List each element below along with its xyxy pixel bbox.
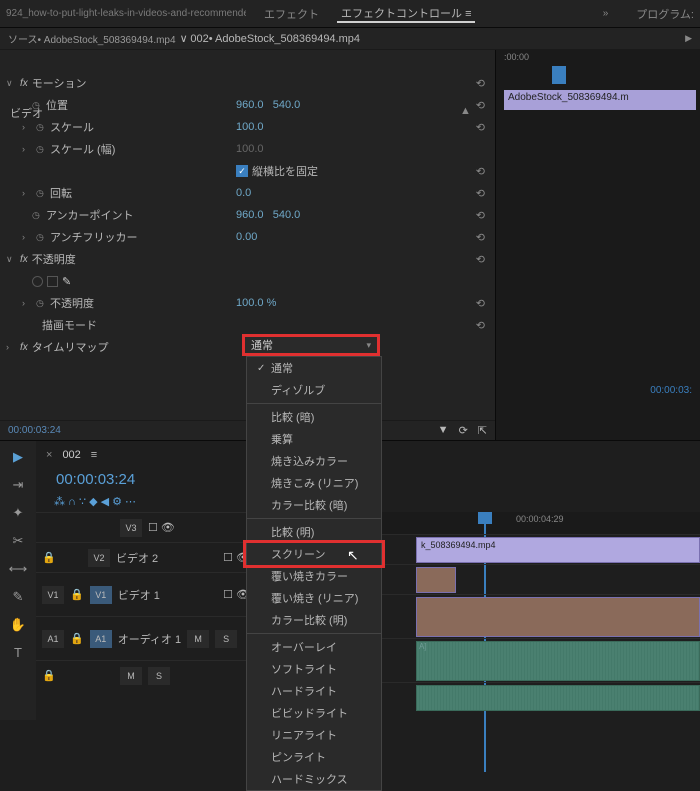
antiflicker-row[interactable]: ›◷ アンチフリッカー 0.00 ⟲ bbox=[0, 226, 495, 248]
video-clip[interactable] bbox=[416, 597, 700, 637]
filter-icon[interactable]: ▼ bbox=[438, 424, 449, 437]
blend-option[interactable]: カラー比較 (明) bbox=[247, 609, 381, 631]
clip-bar[interactable]: AdobeStock_508369494.m bbox=[504, 90, 696, 110]
panel-menu-icon[interactable]: ≡ bbox=[91, 449, 97, 461]
tab-effect-controls[interactable]: エフェクトコントロール ≡ bbox=[337, 5, 475, 23]
track-a1[interactable]: A1🔒A1オーディオ 1MS bbox=[36, 616, 256, 660]
opacity-section-row[interactable]: ∨fx 不透明度 ⟲ bbox=[0, 248, 495, 270]
track-select-tool[interactable]: ⇥ bbox=[5, 477, 31, 497]
motion-row[interactable]: ∨fx モーション ⟲ bbox=[0, 72, 495, 94]
selection-tool[interactable]: ▶ bbox=[5, 449, 31, 469]
export-icon[interactable]: ⇱ bbox=[478, 424, 487, 437]
mask-shapes-row[interactable]: ✎ bbox=[0, 270, 495, 292]
ruler-tick: :00:00 bbox=[504, 52, 529, 62]
blend-option[interactable]: リニアライト bbox=[247, 724, 381, 746]
blend-option[interactable]: 乗算 bbox=[247, 428, 381, 450]
source-clip-label: ソース• AdobeStock_508369494.mp4 bbox=[8, 31, 176, 46]
close-icon[interactable]: × bbox=[46, 449, 52, 461]
track-v1[interactable]: V1🔒V1ビデオ 1☐ 👁 bbox=[36, 572, 256, 616]
blend-option[interactable]: オーバーレイ bbox=[247, 636, 381, 658]
top-tab-bar: 924_how-to-put-light-leaks-in-videos-and… bbox=[0, 0, 700, 28]
video-section-header: ビデオ bbox=[10, 108, 43, 120]
rotation-row[interactable]: ›◷ 回転 0.0 ⟲ bbox=[0, 182, 495, 204]
blend-option[interactable]: 焼き込みカラー bbox=[247, 450, 381, 472]
blend-option[interactable]: 焼きこみ (リニア) bbox=[247, 472, 381, 494]
uniform-scale-row[interactable]: ✓縦横比を固定 ⟲ bbox=[0, 160, 495, 182]
effect-controls-panel: ビデオ▲ ∨fx モーション ⟲ ◷ 位置 960.0 540.0 ⟲ ›◷ ス… bbox=[0, 50, 495, 440]
blend-option[interactable]: 覆い焼き (リニア) bbox=[247, 587, 381, 609]
audio-clip[interactable] bbox=[416, 685, 700, 711]
hand-tool[interactable]: ✋ bbox=[5, 617, 31, 637]
blend-option[interactable]: ハードライト bbox=[247, 680, 381, 702]
chevron-down-icon: ▾ bbox=[366, 340, 371, 351]
reset-icon[interactable]: ⟲ bbox=[476, 77, 489, 90]
project-path: 924_how-to-put-light-leaks-in-videos-and… bbox=[6, 8, 246, 19]
type-tool[interactable]: T bbox=[5, 645, 31, 665]
tab-effects[interactable]: エフェクト bbox=[260, 6, 323, 22]
sequence-name[interactable]: 002 bbox=[62, 449, 80, 461]
video-clip[interactable]: k_508369494.mp4 bbox=[416, 537, 700, 563]
scale-row[interactable]: ›◷ スケール 100.0 ⟲ bbox=[0, 116, 495, 138]
blend-option[interactable]: 覆い焼きカラー bbox=[247, 565, 381, 587]
panel-timecode[interactable]: 00:00:03:24 bbox=[8, 425, 61, 436]
pen-tool[interactable]: ✎ bbox=[5, 589, 31, 609]
tool-palette: ▶ ⇥ ✦ ✂ ⟷ ✎ ✋ T bbox=[0, 441, 36, 720]
audio-clip[interactable]: A] bbox=[416, 641, 700, 681]
blend-option[interactable]: ピンライト bbox=[247, 746, 381, 768]
blend-option[interactable]: ビビッドライト bbox=[247, 702, 381, 724]
ripple-tool[interactable]: ✦ bbox=[5, 505, 31, 525]
position-row[interactable]: ◷ 位置 960.0 540.0 ⟲ bbox=[0, 94, 495, 116]
sequence-clip-dropdown[interactable]: ∨ 002• AdobeStock_508369494.mp4 bbox=[180, 32, 360, 45]
program-panel-label: プログラム: bbox=[636, 6, 694, 22]
source-bar: ソース• AdobeStock_508369494.mp4 ∨ 002• Ado… bbox=[0, 28, 700, 50]
blend-mode-row[interactable]: 描画モード ⟲ bbox=[0, 314, 495, 336]
blend-option[interactable]: 比較 (暗) bbox=[247, 406, 381, 428]
razor-tool[interactable]: ✂ bbox=[5, 533, 31, 553]
effect-controls-timeline[interactable]: :00:00 AdobeStock_508369494.m 00:00:03: bbox=[495, 50, 700, 440]
checkbox-icon: ✓ bbox=[236, 165, 248, 177]
scale-width-row: ›◷ スケール (幅) 100.0 bbox=[0, 138, 495, 160]
blend-option[interactable]: カラー比較 (暗) bbox=[247, 494, 381, 516]
anchor-row[interactable]: ◷ アンカーポイント 960.0 540.0 ⟲ bbox=[0, 204, 495, 226]
opacity-value-row[interactable]: ›◷ 不透明度 100.0 % ⟲ bbox=[0, 292, 495, 314]
blend-option[interactable]: ハードミックス bbox=[247, 768, 381, 790]
video-clip[interactable] bbox=[416, 567, 456, 593]
track-v2[interactable]: 🔒V2ビデオ 2☐ 👁 bbox=[36, 542, 256, 572]
blend-option[interactable]: ディゾルブ bbox=[247, 379, 381, 401]
blend-option[interactable]: ✓通常 bbox=[247, 357, 381, 379]
ruler-tick: 00:00:04:29 bbox=[516, 514, 564, 524]
link-icon[interactable]: ⟳ bbox=[459, 424, 468, 437]
slip-tool[interactable]: ⟷ bbox=[5, 561, 31, 581]
track-a2[interactable]: 🔒MS bbox=[36, 660, 256, 690]
blend-option[interactable]: 比較 (明) bbox=[247, 521, 381, 543]
blend-option[interactable]: ソフトライト bbox=[247, 658, 381, 680]
blend-mode-select[interactable]: 通常 ▾ bbox=[242, 334, 380, 356]
blend-option[interactable]: スクリーン bbox=[247, 543, 381, 565]
tabs-overflow-icon[interactable]: » bbox=[603, 8, 609, 19]
playhead-icon[interactable] bbox=[552, 66, 566, 84]
blend-mode-dropdown[interactable]: ✓通常ディゾルブ比較 (暗)乗算焼き込みカラー焼きこみ (リニア)カラー比較 (… bbox=[246, 356, 382, 791]
track-headers: V3☐ 👁 🔒V2ビデオ 2☐ 👁 V1🔒V1ビデオ 1☐ 👁 A1🔒A1オーデ… bbox=[36, 512, 256, 712]
end-timecode: 00:00:03: bbox=[650, 385, 692, 396]
track-v3[interactable]: V3☐ 👁 bbox=[36, 512, 256, 542]
play-icon[interactable]: ▶ bbox=[685, 33, 692, 44]
